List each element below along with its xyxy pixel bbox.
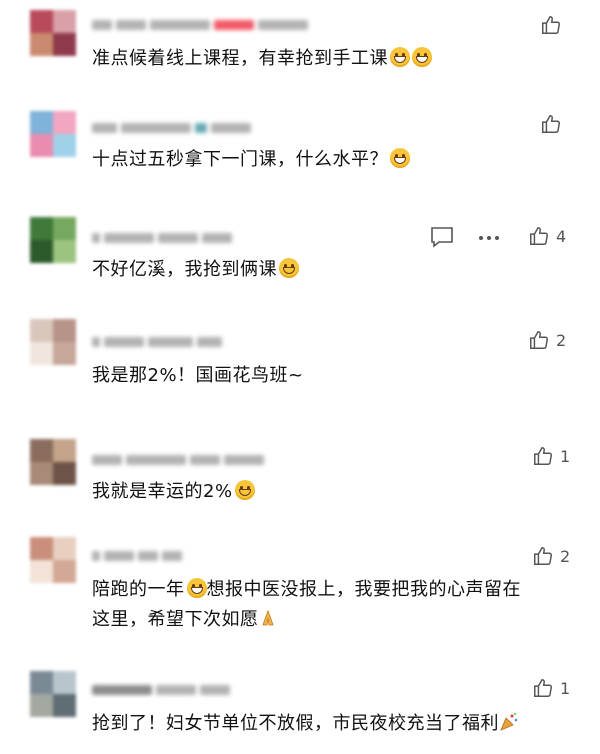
comment-text: 我是那2%！国画花鸟班~ bbox=[92, 365, 304, 386]
sweat-icon bbox=[186, 578, 207, 598]
smile-icon bbox=[279, 258, 299, 278]
like-button[interactable] bbox=[540, 113, 568, 135]
thumbs-up-icon bbox=[528, 225, 550, 247]
party-icon bbox=[499, 712, 519, 732]
comment-text: 抢到了！妇女节单位不放假，市民夜校充当了福利 bbox=[92, 709, 576, 739]
like-count: 1 bbox=[560, 678, 571, 698]
pray-icon bbox=[259, 607, 277, 626]
username-redacted bbox=[92, 14, 312, 30]
grin-icon bbox=[390, 47, 410, 67]
thumbs-up-icon bbox=[532, 677, 554, 699]
like-count: 4 bbox=[556, 226, 567, 246]
avatar[interactable] bbox=[30, 537, 76, 583]
username-redacted bbox=[92, 449, 268, 465]
avatar[interactable] bbox=[30, 10, 76, 56]
more-icon[interactable] bbox=[478, 235, 500, 241]
like-count: 1 bbox=[560, 446, 571, 466]
like-count: 2 bbox=[556, 330, 567, 350]
thumbs-up-icon bbox=[532, 445, 554, 467]
thumbs-up-icon bbox=[532, 545, 554, 567]
like-button[interactable]: 2 bbox=[532, 545, 570, 567]
username-redacted bbox=[92, 117, 255, 133]
username-redacted bbox=[92, 331, 226, 347]
like-button[interactable]: 1 bbox=[532, 445, 570, 467]
comment-text: 准点候着线上课程，有幸抢到手工课 bbox=[92, 44, 576, 74]
avatar[interactable] bbox=[30, 671, 76, 717]
username-redacted bbox=[92, 545, 186, 561]
thumbs-up-icon bbox=[528, 329, 550, 351]
comment-text: 不好亿溪，我抢到俩课 bbox=[92, 255, 576, 285]
avatar[interactable] bbox=[30, 217, 76, 263]
username-redacted bbox=[92, 227, 236, 243]
like-button[interactable]: 2 bbox=[528, 329, 566, 351]
comment-text: 陪跑的一年 想报中医没报上，我要把我的心声留在 这里，希望下次如愿 bbox=[92, 578, 521, 630]
like-count: 2 bbox=[560, 546, 571, 566]
thumbs-up-icon bbox=[540, 113, 562, 135]
comment-text: 我就是幸运的2% bbox=[92, 477, 576, 507]
avatar[interactable] bbox=[30, 439, 76, 485]
hug-icon bbox=[234, 480, 255, 500]
squint-icon bbox=[390, 148, 410, 168]
grin-icon bbox=[412, 47, 432, 67]
avatar[interactable] bbox=[30, 319, 76, 365]
thumbs-up-icon bbox=[540, 14, 562, 36]
reply-icon[interactable] bbox=[430, 226, 454, 248]
like-button[interactable] bbox=[540, 14, 568, 36]
avatar[interactable] bbox=[30, 111, 76, 157]
like-button[interactable]: 4 bbox=[528, 225, 566, 247]
username-redacted bbox=[92, 679, 234, 695]
comment-text: 十点过五秒拿下一门课，什么水平？ bbox=[92, 145, 576, 175]
like-button[interactable]: 1 bbox=[532, 677, 570, 699]
